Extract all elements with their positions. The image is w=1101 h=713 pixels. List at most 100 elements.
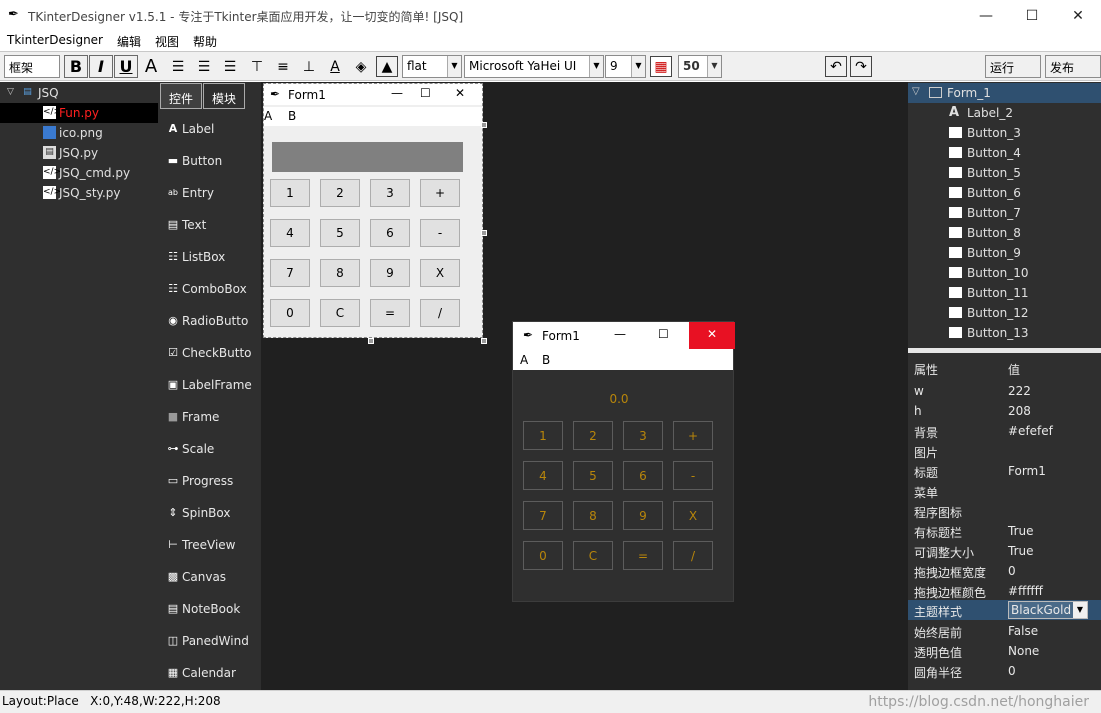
menu-edit[interactable]: 编辑 — [110, 31, 148, 51]
property-row[interactable]: 拖拽边框宽度 0 — [908, 561, 1101, 581]
tool-listbox[interactable]: ☷ ListBox — [166, 248, 261, 268]
theme-select[interactable]: BlackGold ▼ — [1008, 601, 1088, 619]
tab-widgets[interactable]: 控件 — [160, 83, 202, 109]
tree-item-ico-png[interactable]: ico.png — [0, 123, 158, 143]
property-row[interactable]: 菜单 — [908, 481, 1101, 501]
maximize-button[interactable]: ☐ — [1009, 0, 1055, 31]
frame-select[interactable]: 框架 — [4, 55, 60, 78]
tool-calendar[interactable]: ▦ Calendar — [166, 664, 261, 684]
italic-button[interactable]: I — [89, 55, 113, 78]
tree-item-jsq-py[interactable]: ▤ JSQ.py — [0, 143, 158, 163]
calc-button[interactable]: 9 — [370, 259, 410, 287]
resize-handle[interactable] — [481, 338, 487, 344]
calc-button[interactable]: - — [420, 219, 460, 247]
tree-item-jsq-sty-py[interactable]: </> JSQ_sty.py — [0, 183, 158, 203]
property-value[interactable]: 208 — [1008, 404, 1031, 418]
property-row[interactable]: 有标题栏 True — [908, 521, 1101, 541]
tree-item-button[interactable]: Button_8 — [908, 223, 1101, 243]
property-value[interactable]: #ffffff — [1008, 584, 1043, 598]
font-color-icon[interactable]: A — [324, 56, 346, 77]
property-value[interactable]: True — [1008, 524, 1034, 538]
property-value[interactable]: 0 — [1008, 564, 1016, 578]
tool-treeview[interactable]: ⊢ TreeView — [166, 536, 261, 556]
tree-item-button[interactable]: Button_10 — [908, 263, 1101, 283]
align-bottom-icon[interactable]: ⊥ — [298, 56, 320, 77]
property-value[interactable]: Form1 — [1008, 464, 1046, 478]
grid-icon[interactable]: ▦ — [650, 56, 672, 77]
font-family-select[interactable]: Microsoft YaHei UI ▼ — [464, 55, 604, 78]
form-menu-b[interactable]: B — [288, 109, 296, 123]
calc-button[interactable]: X — [420, 259, 460, 287]
tree-item-button[interactable]: Button_7 — [908, 203, 1101, 223]
calc-button[interactable]: 5 — [573, 461, 613, 490]
calc-button[interactable]: 2 — [320, 179, 360, 207]
tool-button[interactable]: ▬ Button — [166, 152, 261, 172]
calc-button[interactable]: + — [420, 179, 460, 207]
text-style-icon[interactable]: A — [140, 56, 162, 77]
tool-text[interactable]: ▤ Text — [166, 216, 261, 236]
tree-item-button[interactable]: Button_9 — [908, 243, 1101, 263]
tree-item-button[interactable]: Button_12 — [908, 303, 1101, 323]
tree-item-label[interactable]: A Label_2 — [908, 103, 1101, 123]
property-row[interactable]: 程序图标 — [908, 501, 1101, 521]
tool-frame[interactable]: ■ Frame — [166, 408, 261, 428]
property-row[interactable]: 图片 — [908, 441, 1101, 461]
calc-button[interactable]: = — [623, 541, 663, 570]
calc-button[interactable]: 6 — [370, 219, 410, 247]
calc-button[interactable]: 1 — [523, 421, 563, 450]
tool-entry[interactable]: ab Entry — [166, 184, 261, 204]
bold-button[interactable]: B — [64, 55, 88, 78]
property-row[interactable]: h 208 — [908, 401, 1101, 421]
collapse-arrow-icon[interactable]: ▽ — [912, 86, 920, 97]
property-row[interactable]: 透明色值 None — [908, 641, 1101, 661]
relief-select[interactable]: flat ▼ — [402, 55, 462, 78]
close-button[interactable]: ✕ — [1055, 0, 1101, 31]
tool-combobox[interactable]: ☷ ComboBox — [166, 280, 261, 300]
collapse-arrow-icon[interactable]: ▽ — [4, 86, 17, 99]
calc-button[interactable]: 2 — [573, 421, 613, 450]
run-button[interactable]: 运行 — [985, 55, 1041, 78]
property-value[interactable]: None — [1008, 644, 1039, 658]
resize-handle[interactable] — [368, 338, 374, 344]
calc-button[interactable]: 6 — [623, 461, 663, 490]
tool-labelframe[interactable]: ▣ LabelFrame — [166, 376, 261, 396]
calc-button[interactable]: - — [673, 461, 713, 490]
menu-tkinterdesigner[interactable]: TkinterDesigner — [0, 31, 110, 51]
redo-icon[interactable]: ↷ — [850, 56, 872, 77]
chevron-down-icon[interactable]: ▼ — [1073, 602, 1087, 618]
calc-button[interactable]: 0 — [270, 299, 310, 327]
minimize-button[interactable]: — — [963, 0, 1009, 31]
calc-button[interactable]: 9 — [623, 501, 663, 530]
tool-spinbox[interactable]: ⇕ SpinBox — [166, 504, 261, 524]
menu-help[interactable]: 帮助 — [186, 31, 224, 51]
form-preview[interactable]: ✒ Form1 — ☐ ✕ A B 0.0 1 2 3 + 4 5 6 - 7 … — [512, 321, 735, 602]
calc-button[interactable]: + — [673, 421, 713, 450]
calc-button[interactable]: 3 — [623, 421, 663, 450]
tool-panedwindow[interactable]: ◫ PanedWind — [166, 632, 261, 652]
property-row[interactable]: 圆角半径 0 — [908, 661, 1101, 681]
resize-handle[interactable] — [481, 230, 487, 236]
calc-button[interactable]: 7 — [523, 501, 563, 530]
form-menu-a[interactable]: A — [264, 109, 272, 123]
tree-root[interactable]: ▽ ▤ JSQ — [0, 83, 158, 103]
opacity-spinner[interactable]: 50 ▼ — [678, 55, 722, 78]
calc-button[interactable]: C — [573, 541, 613, 570]
property-value[interactable]: #efefef — [1008, 424, 1053, 438]
calc-button[interactable]: 3 — [370, 179, 410, 207]
calc-button[interactable]: C — [320, 299, 360, 327]
property-row[interactable]: 可调整大小 True — [908, 541, 1101, 561]
tool-progress[interactable]: ▭ Progress — [166, 472, 261, 492]
image-icon[interactable]: ▲ — [376, 56, 398, 77]
tree-item-button[interactable]: Button_4 — [908, 143, 1101, 163]
align-right-icon[interactable]: ☰ — [219, 56, 241, 77]
tree-item-button[interactable]: Button_3 — [908, 123, 1101, 143]
minimize-button[interactable]: — — [614, 327, 626, 341]
undo-icon[interactable]: ↶ — [825, 56, 847, 77]
property-value[interactable]: 222 — [1008, 384, 1031, 398]
close-button[interactable]: ✕ — [689, 322, 735, 349]
calc-button[interactable]: 0 — [523, 541, 563, 570]
calc-button[interactable]: 7 — [270, 259, 310, 287]
tool-label[interactable]: A Label — [166, 120, 261, 140]
tab-modules[interactable]: 模块 — [203, 83, 245, 109]
property-row-selected[interactable]: 主题样式 BlackGold ▼ — [908, 600, 1101, 620]
